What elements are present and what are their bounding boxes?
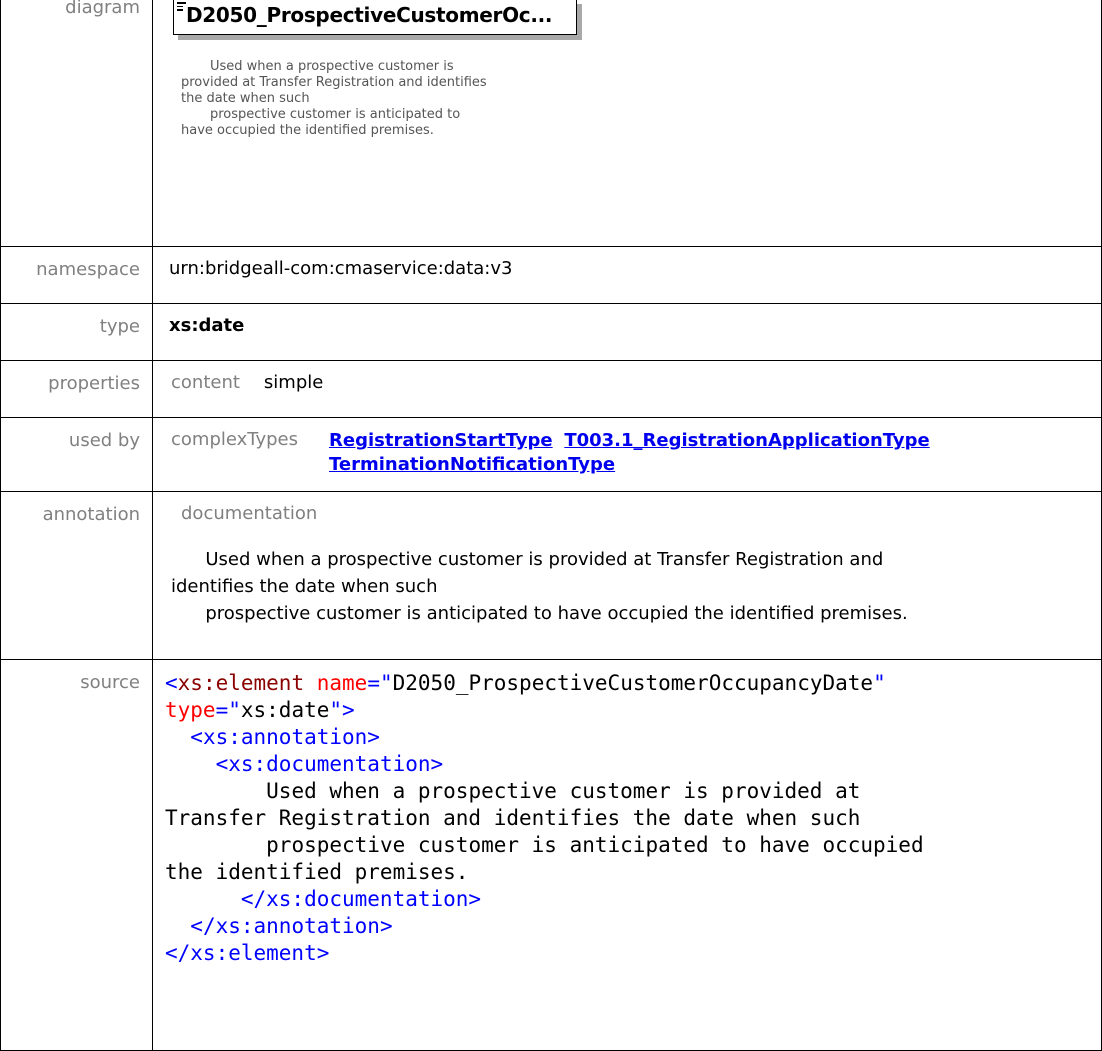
row-type: type xs:date [0, 303, 1102, 361]
link-termination-notification-type[interactable]: TerminationNotificationType [329, 454, 615, 475]
label-used-by: used by [0, 417, 153, 492]
property-key: content [171, 372, 240, 393]
label-diagram: diagram [0, 0, 153, 247]
label-annotation: annotation [0, 491, 153, 660]
link-registration-start-type[interactable]: RegistrationStartType [329, 430, 553, 451]
type-name: xs:date [169, 315, 245, 336]
element-box[interactable]: D2050_ProspectiveCustomerOc... [173, 0, 577, 35]
label-source: source [0, 659, 153, 1051]
row-properties: properties content simple [0, 360, 1102, 418]
link-registration-application-type[interactable]: T003.1_RegistrationApplicationType [564, 430, 929, 451]
namespace-value: urn:bridgeall-com:cmaservice:data:v3 [152, 246, 1102, 304]
annotation-value: documentation Used when a prospective cu… [152, 491, 1102, 660]
source-code: <xs:element name="D2050_ProspectiveCusto… [165, 671, 924, 965]
diagram-cell: D2050_ProspectiveCustomerOc... Used when… [152, 0, 1102, 247]
row-diagram: diagram D2050_ProspectiveCustomerOc... U… [0, 0, 1102, 247]
properties-value: content simple [152, 360, 1102, 418]
type-value: xs:date [152, 303, 1102, 361]
row-namespace: namespace urn:bridgeall-com:cmaservice:d… [0, 246, 1102, 304]
row-used-by: used by complexTypes RegistrationStartTy… [0, 417, 1102, 492]
element-content-icon [177, 2, 186, 13]
element-name: D2050_ProspectiveCustomerOc... [186, 3, 553, 27]
used-by-value: complexTypes RegistrationStartType T003.… [152, 417, 1102, 492]
row-annotation: annotation documentation Used when a pro… [0, 491, 1102, 660]
diagram: D2050_ProspectiveCustomerOc... Used when… [153, 0, 1101, 225]
annotation-key: documentation [181, 503, 318, 524]
property-value: simple [263, 372, 324, 393]
label-namespace: namespace [0, 246, 153, 304]
used-by-links: RegistrationStartType T003.1_Registratio… [329, 429, 1029, 477]
row-source: source <xs:element name="D2050_Prospecti… [0, 659, 1102, 1051]
source-value: <xs:element name="D2050_ProspectiveCusto… [152, 659, 1102, 1051]
diagram-annotation: Used when a prospective customer is prov… [181, 59, 487, 138]
source-doc-text: Used when a prospective customer is prov… [165, 779, 924, 884]
schema-doc-table: diagram D2050_ProspectiveCustomerOc... U… [0, 0, 1102, 1051]
label-type: type [0, 303, 153, 361]
label-properties: properties [0, 360, 153, 418]
annotation-text: Used when a prospective customer is prov… [171, 549, 908, 624]
used-by-key: complexTypes [171, 429, 299, 450]
